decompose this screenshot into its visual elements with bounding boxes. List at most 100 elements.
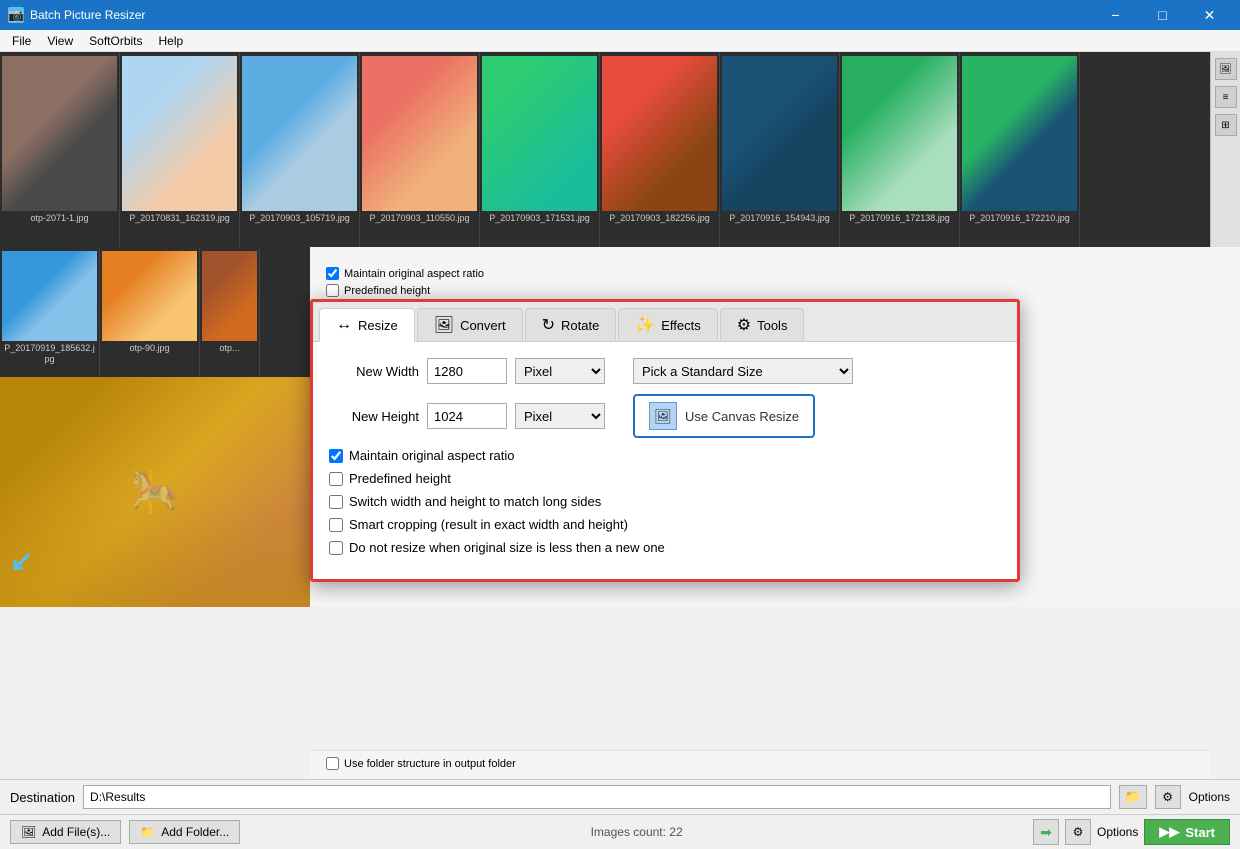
image-filename: P_20170916_154943.jpg xyxy=(729,213,830,224)
resize-tab-label: Resize xyxy=(358,318,398,333)
thumbnail xyxy=(722,56,837,211)
action-bar: 🖼 Add File(s)... 📁 Add Folder... Images … xyxy=(0,814,1240,849)
smart-crop-checkbox[interactable] xyxy=(329,518,343,532)
view-icon-1[interactable]: 🖼 xyxy=(1215,58,1237,80)
new-height-unit-select[interactable]: Pixel Percent Inch Cm xyxy=(515,403,605,429)
add-folder-button[interactable]: 📁 Add Folder... xyxy=(129,820,240,844)
maintain-aspect-checkbox[interactable] xyxy=(329,449,343,463)
image-filename: P_20170831_162319.jpg xyxy=(129,213,230,224)
new-width-unit-select[interactable]: Pixel Percent Inch Cm xyxy=(515,358,605,384)
standard-size-select[interactable]: Pick a Standard Size xyxy=(633,358,853,384)
start-button[interactable]: ▶▶ Start xyxy=(1144,819,1230,845)
bg-maintain-checkbox[interactable] xyxy=(326,267,339,280)
tab-tools[interactable]: ⚙ Tools xyxy=(720,308,805,341)
canvas-resize-button[interactable]: 🖼 Use Canvas Resize xyxy=(633,394,815,438)
rotate-tab-label: Rotate xyxy=(561,318,599,333)
view-icon-3[interactable]: ⊞ xyxy=(1215,114,1237,136)
preview-image: 🎠 ↙ xyxy=(0,377,310,607)
new-height-row: New Height Pixel Percent Inch Cm 🖼 Use C… xyxy=(329,394,1001,438)
add-files-label: Add File(s)... xyxy=(42,825,110,839)
no-resize-label: Do not resize when original size is less… xyxy=(349,540,665,555)
options-text: Options xyxy=(1097,825,1138,839)
smart-crop-label: Smart cropping (result in exact width an… xyxy=(349,517,628,532)
list-item[interactable]: otp-2071-1.jpg xyxy=(0,52,120,247)
no-resize-row: Do not resize when original size is less… xyxy=(329,540,1001,555)
predefined-height-label: Predefined height xyxy=(349,471,451,486)
thumbnail xyxy=(242,56,357,211)
resize-panel: ↔ Resize 🖼 Convert ↻ Rotate ✨ Effects ⚙ xyxy=(310,299,1020,582)
image-filename: P_20170919_185632.jpg xyxy=(2,343,97,365)
new-height-label: New Height xyxy=(329,409,419,424)
destination-input[interactable] xyxy=(83,785,1111,809)
no-resize-checkbox[interactable] xyxy=(329,541,343,555)
add-folder-icon: 📁 xyxy=(140,825,155,839)
list-item[interactable]: otp-90.jpg xyxy=(100,247,200,377)
resize-tab-content: New Width Pixel Percent Inch Cm Pick a S… xyxy=(313,342,1017,579)
tab-effects[interactable]: ✨ Effects xyxy=(618,308,717,341)
list-item[interactable]: P_20170903_182256.jpg xyxy=(600,52,720,247)
view-toolbar: 🖼 ≡ ⊞ xyxy=(1210,52,1240,247)
minimize-button[interactable]: − xyxy=(1093,0,1138,30)
switch-wh-checkbox[interactable] xyxy=(329,495,343,509)
close-button[interactable]: ✕ xyxy=(1187,0,1232,30)
list-item[interactable]: P_20170916_154943.jpg xyxy=(720,52,840,247)
image-strip-row1: otp-2071-1.jpg P_20170831_162319.jpg P_2… xyxy=(0,52,1240,247)
menu-view[interactable]: View xyxy=(39,32,81,50)
image-filename: P_20170916_172210.jpg xyxy=(969,213,1070,224)
maximize-button[interactable]: □ xyxy=(1140,0,1185,30)
menu-file[interactable]: File xyxy=(4,32,39,50)
list-item[interactable]: P_20170903_171531.jpg xyxy=(480,52,600,247)
view-icon-2[interactable]: ≡ xyxy=(1215,86,1237,108)
options-button[interactable]: ⚙ xyxy=(1155,785,1181,809)
menu-softorbits[interactable]: SoftOrbits xyxy=(81,32,150,50)
left-preview-panel: P_20170919_185632.jpg otp-90.jpg otp... … xyxy=(0,247,310,607)
options-gear-button[interactable]: ⚙ xyxy=(1065,819,1091,845)
canvas-resize-container: 🖼 Use Canvas Resize xyxy=(633,394,815,438)
destination-arrow-button[interactable]: ➡ xyxy=(1033,819,1059,845)
tab-rotate[interactable]: ↻ Rotate xyxy=(525,308,617,341)
list-item[interactable]: P_20170916_172210.jpg xyxy=(960,52,1080,247)
new-width-input[interactable] xyxy=(427,358,507,384)
image-filename: P_20170903_110550.jpg xyxy=(370,213,470,224)
smart-crop-row: Smart cropping (result in exact width an… xyxy=(329,517,1001,532)
window-controls: − □ ✕ xyxy=(1093,0,1232,30)
destination-label: Destination xyxy=(10,790,75,805)
predefined-height-checkbox[interactable] xyxy=(329,472,343,486)
destination-folder-button[interactable]: 📁 xyxy=(1119,785,1147,809)
maintain-aspect-row: Maintain original aspect ratio xyxy=(329,448,1001,463)
menu-help[interactable]: Help xyxy=(151,32,192,50)
switch-wh-row: Switch width and height to match long si… xyxy=(329,494,1001,509)
app-icon: 📷 xyxy=(8,7,24,23)
thumbnail xyxy=(842,56,957,211)
add-files-button[interactable]: 🖼 Add File(s)... xyxy=(10,820,121,844)
use-folder-structure-checkbox[interactable] xyxy=(326,757,339,770)
app-title: Batch Picture Resizer xyxy=(30,8,1087,22)
image-strip-row2: P_20170919_185632.jpg otp-90.jpg otp... xyxy=(0,247,310,377)
list-item[interactable]: P_20170919_185632.jpg xyxy=(0,247,100,377)
effects-tab-label: Effects xyxy=(661,318,701,333)
list-item[interactable]: P_20170903_105719.jpg xyxy=(240,52,360,247)
destination-bar: Destination 📁 ⚙ Options xyxy=(0,779,1240,814)
list-item[interactable]: P_20170903_110550.jpg xyxy=(360,52,480,247)
action-right: ➡ ⚙ Options ▶▶ Start xyxy=(1033,819,1230,845)
resize-tabs: ↔ Resize 🖼 Convert ↻ Rotate ✨ Effects ⚙ xyxy=(313,302,1017,342)
image-filename: P_20170903_182256.jpg xyxy=(609,213,710,224)
images-count: Images count: 22 xyxy=(591,825,683,839)
bottom-use-folder-row: Use folder structure in output folder xyxy=(326,757,1194,770)
bg-predefined-checkbox[interactable] xyxy=(326,284,339,297)
list-item[interactable]: P_20170831_162319.jpg xyxy=(120,52,240,247)
list-item[interactable]: P_20170916_172138.jpg xyxy=(840,52,960,247)
middle-area: P_20170919_185632.jpg otp-90.jpg otp... … xyxy=(0,247,1240,607)
tools-tab-label: Tools xyxy=(757,318,787,333)
thumbnail xyxy=(362,56,477,211)
list-item[interactable]: otp... xyxy=(200,247,260,377)
predefined-height-row: Predefined height xyxy=(329,471,1001,486)
effects-tab-icon: ✨ xyxy=(635,315,655,335)
bg-predefined-row: Predefined height xyxy=(326,284,1224,297)
use-folder-structure-label: Use folder structure in output folder xyxy=(344,758,516,770)
tab-resize[interactable]: ↔ Resize xyxy=(319,308,415,342)
thumbnail xyxy=(962,56,1077,211)
image-filename: P_20170916_172138.jpg xyxy=(849,213,950,224)
new-height-input[interactable] xyxy=(427,403,507,429)
tab-convert[interactable]: 🖼 Convert xyxy=(417,308,523,341)
